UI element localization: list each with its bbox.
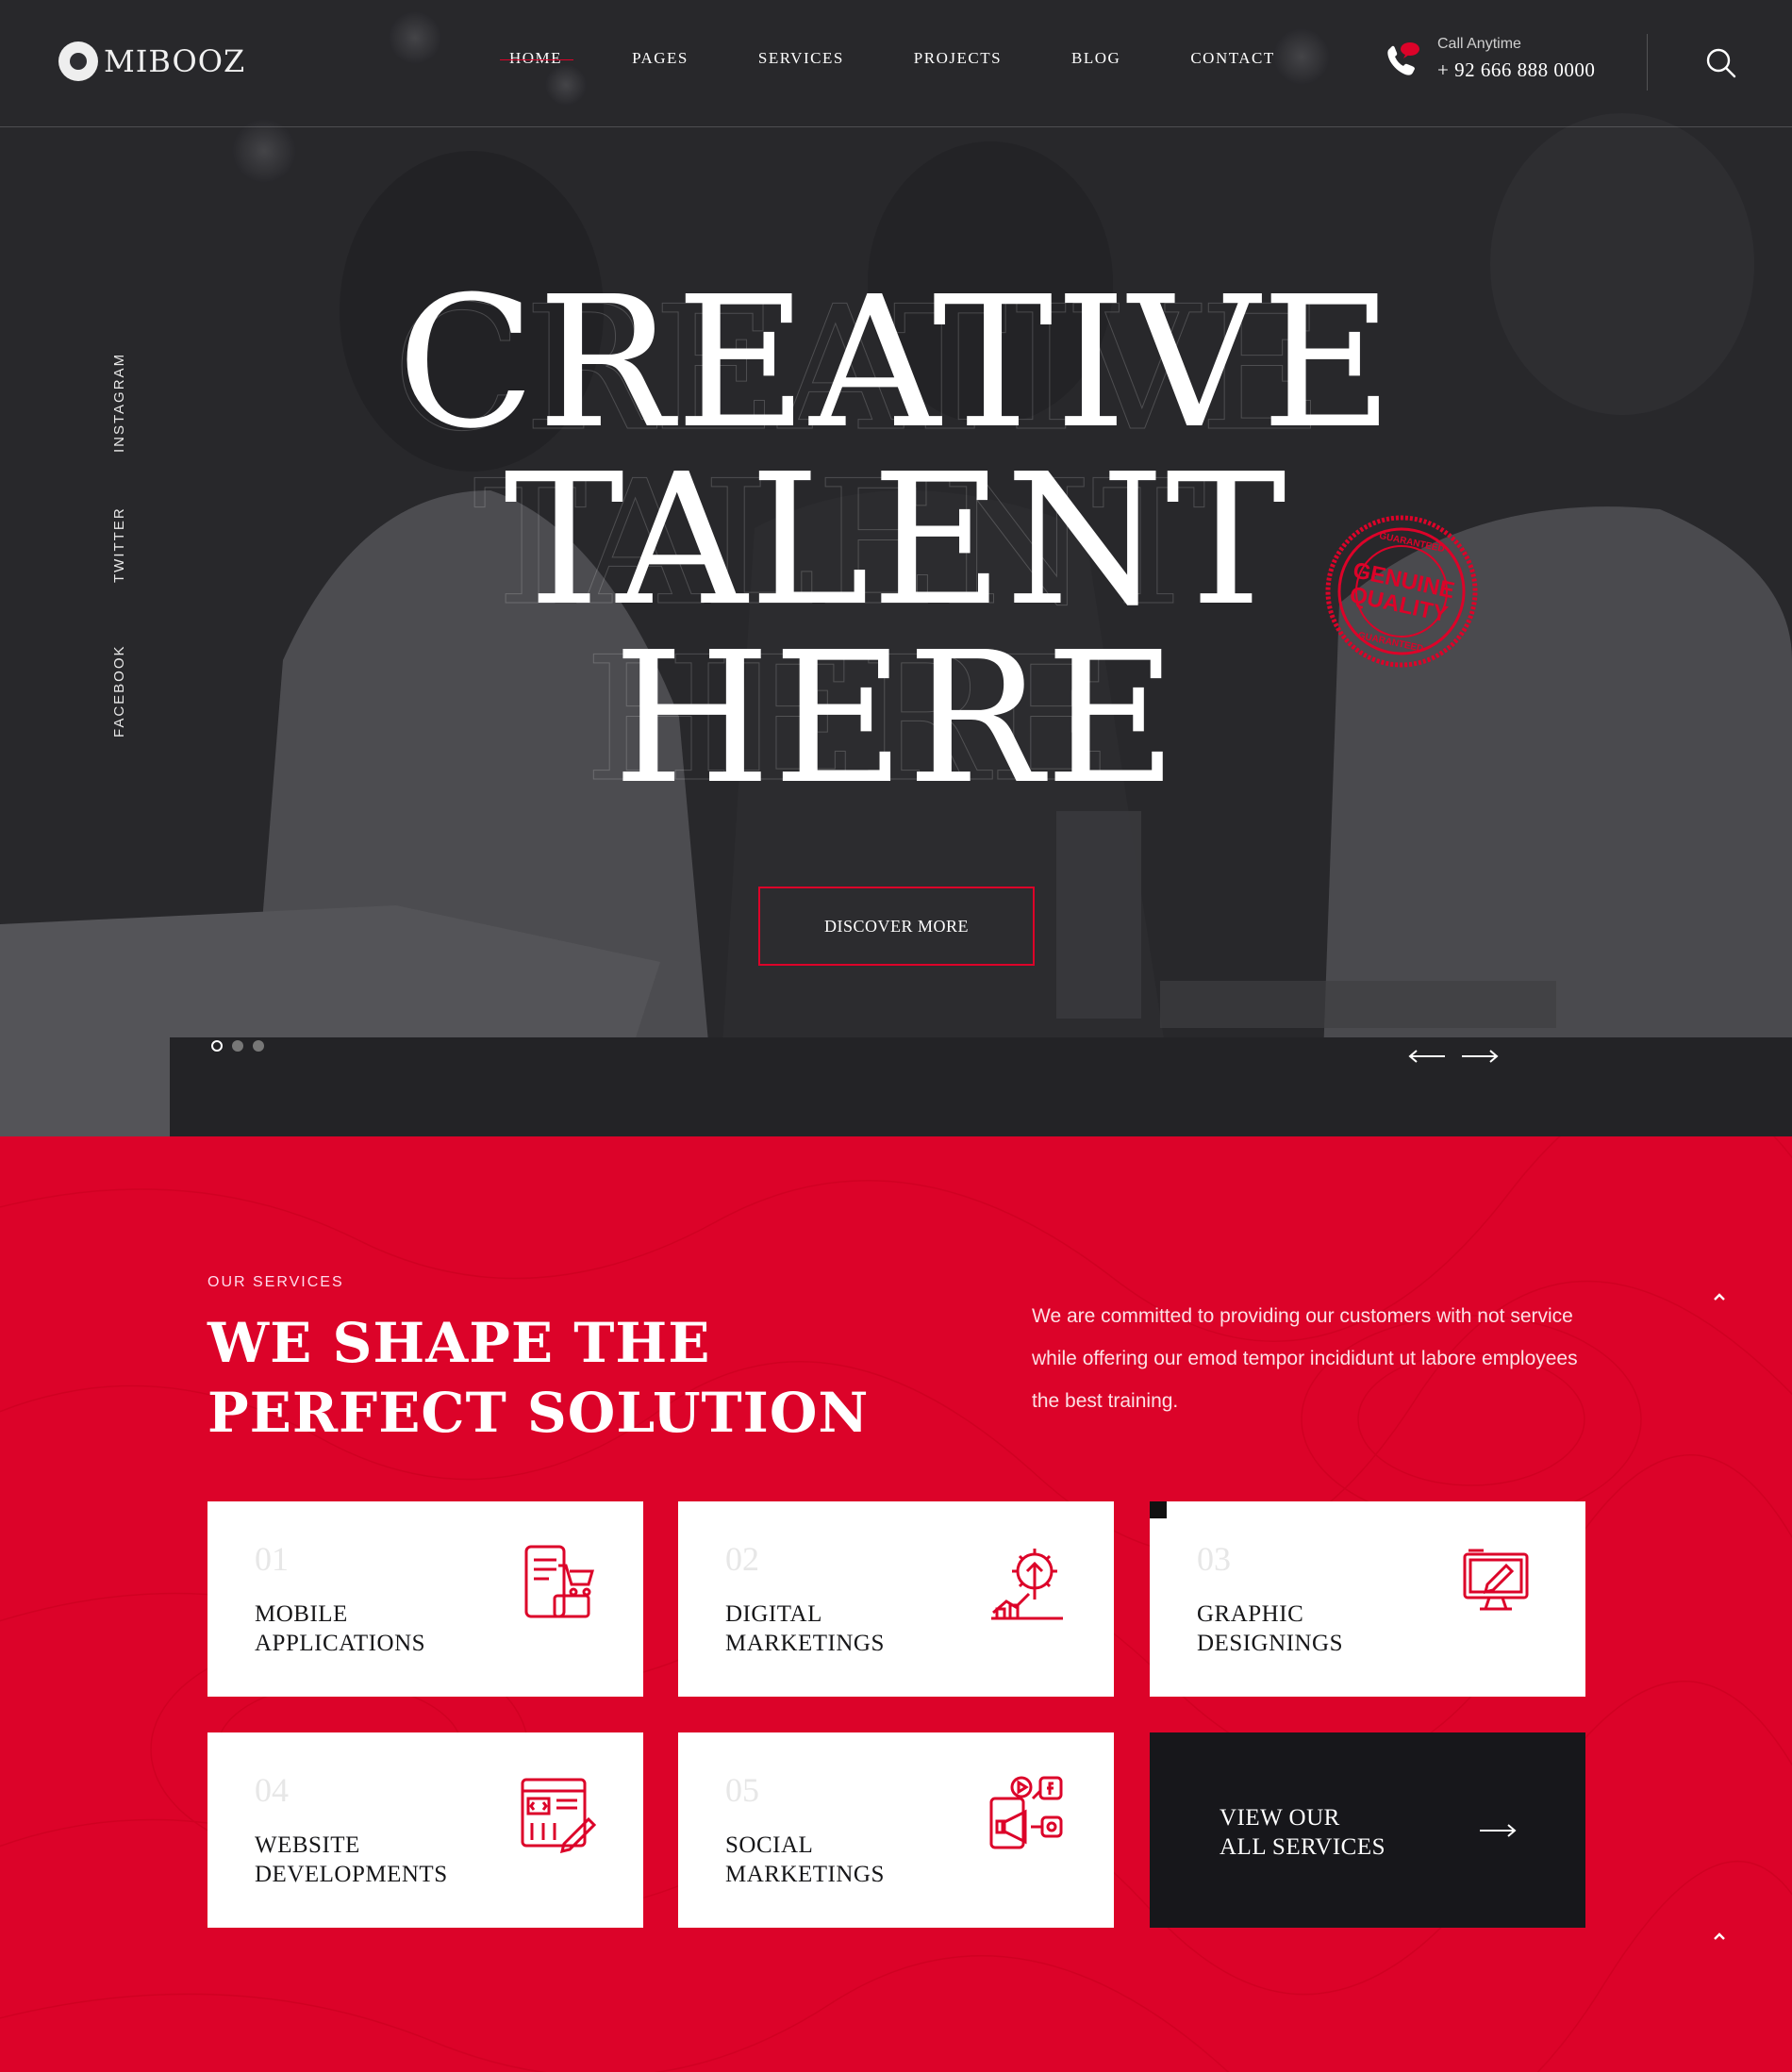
mobile-shop-icon: [524, 1545, 594, 1618]
search-icon[interactable]: [1705, 47, 1737, 79]
nav-blog[interactable]: BLOG: [1071, 49, 1120, 68]
logo-text: MIBOOZ: [104, 43, 246, 79]
service-card-website-developments[interactable]: 04 WEBSITE DEVELOPMENTS: [207, 1732, 643, 1928]
hero-title-line1: CREATIVE: [396, 258, 1396, 469]
card-label: GRAPHIC DESIGNINGS: [1197, 1601, 1343, 1656]
nav-pages[interactable]: PAGES: [632, 49, 689, 68]
slider-dot-3[interactable]: [253, 1040, 264, 1052]
view-all-services-button[interactable]: VIEW OUR ALL SERVICES: [1150, 1732, 1585, 1928]
slider-next-arrow-icon[interactable]: [1460, 1047, 1500, 1066]
nav-home[interactable]: HOME: [499, 49, 574, 68]
chevron-up-icon[interactable]: [1710, 1287, 1729, 1306]
section-eyebrow: OUR SERVICES: [207, 1274, 344, 1290]
hero-title-line3: HERE: [612, 614, 1180, 824]
card-number: 04: [255, 1771, 289, 1809]
hero-section: MIBOOZ HOME PAGES SERVICES PROJECTS BLOG…: [0, 0, 1792, 1136]
stamp-top-text: GUARANTEED: [1378, 531, 1445, 555]
call-label: Call Anytime: [1437, 36, 1521, 52]
site-header: MIBOOZ HOME PAGES SERVICES PROJECTS BLOG…: [0, 0, 1792, 127]
section-title-line1: WE SHAPE THE: [207, 1311, 711, 1375]
main-nav: HOME PAGES SERVICES PROJECTS BLOG CONTAC…: [499, 49, 1345, 68]
section-description: We are committed to providing our custom…: [1032, 1305, 1578, 1412]
services-section: OUR SERVICES WE SHAPE THE PERFECT SOLUTI…: [0, 1136, 1792, 2072]
card-number: 02: [725, 1540, 759, 1578]
logo-mark-icon: [58, 41, 98, 81]
discover-more-button[interactable]: DISCOVER MORE: [758, 887, 1035, 966]
arrow-right-icon: [1480, 1824, 1517, 1837]
card-label: WEBSITE DEVELOPMENTS: [255, 1832, 448, 1887]
card-label: SOCIAL MARKETINGS: [725, 1832, 885, 1887]
logo[interactable]: MIBOOZ: [58, 41, 245, 81]
service-card-digital-marketings[interactable]: 02 DIGITAL MARKETINGS: [678, 1501, 1114, 1697]
section-title: WE SHAPE THE PERFECT SOLUTION: [207, 1308, 869, 1448]
nav-services[interactable]: SERVICES: [758, 49, 844, 68]
card-label: MOBILE APPLICATIONS: [255, 1601, 426, 1656]
service-card-social-marketings[interactable]: 05 SOCIAL MARKETINGS: [678, 1732, 1114, 1928]
view-all-label: VIEW OUR ALL SERVICES: [1220, 1805, 1385, 1860]
phone-icon: [1387, 41, 1419, 75]
slider-dot-1[interactable]: [211, 1040, 223, 1052]
hero-title-line2: TALENT: [504, 436, 1288, 646]
card-number: 03: [1197, 1540, 1231, 1578]
slider-dots: [211, 1040, 264, 1052]
header-divider: [1647, 34, 1648, 91]
slider-dot-2[interactable]: [232, 1040, 243, 1052]
section-title-line2: PERFECT SOLUTION: [207, 1381, 870, 1445]
card-label: DIGITAL MARKETINGS: [725, 1601, 885, 1656]
growth-gear-icon: [991, 1549, 1063, 1620]
service-card-mobile-applications[interactable]: 01 MOBILE APPLICATIONS: [207, 1501, 643, 1697]
back-to-top-chevron-icon[interactable]: [1710, 1927, 1729, 1946]
monitor-pencil-icon: [1463, 1549, 1529, 1611]
service-card-graphic-designings[interactable]: 03 GRAPHIC DESIGNINGS: [1150, 1501, 1585, 1697]
nav-projects[interactable]: PROJECTS: [914, 49, 1002, 68]
slider-prev-arrow-icon[interactable]: [1407, 1047, 1447, 1066]
genuine-quality-stamp-icon: GUARANTEED GENUINE QUALITY GUARANTEED: [1325, 515, 1478, 668]
nav-contact[interactable]: CONTACT: [1190, 49, 1274, 68]
code-window-icon: [521, 1778, 596, 1853]
card-corner-marker: [1150, 1501, 1167, 1518]
call-number[interactable]: + 92 666 888 0000: [1437, 58, 1595, 82]
call-anytime[interactable]: Call Anytime + 92 666 888 0000: [1383, 36, 1595, 82]
card-number: 05: [725, 1771, 759, 1809]
megaphone-social-icon: [989, 1776, 1063, 1849]
card-number: 01: [255, 1540, 289, 1578]
